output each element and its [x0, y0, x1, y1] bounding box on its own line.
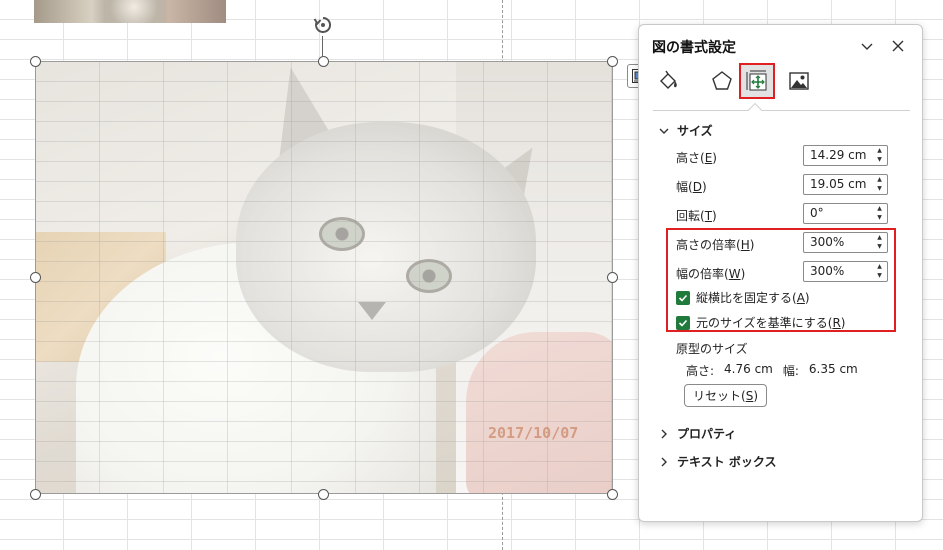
format-picture-pane: 図の書式設定 サイズ 高さ(E) 14.29 cm ▲ ▼ 幅(D) 19.05… — [638, 24, 923, 522]
width-input[interactable]: 19.05 cm ▲ ▼ — [803, 174, 888, 195]
active-tab-pointer — [747, 102, 763, 118]
width-label: 幅(D) — [676, 180, 707, 194]
resize-handle-left[interactable] — [30, 272, 41, 283]
height-spinner-icon[interactable]: ▲ ▼ — [875, 147, 884, 164]
size-properties-tab-icon[interactable] — [739, 63, 775, 99]
scale-width-input[interactable]: 300% ▲ ▼ — [803, 261, 888, 282]
properties-section-title: プロパティ — [677, 427, 737, 441]
tab-divider — [653, 110, 910, 111]
original-height-value: 4.76 cm — [724, 362, 773, 376]
relative-original-label: 元のサイズを基準にする(R) — [696, 316, 846, 330]
chevron-down-icon — [659, 128, 669, 134]
chevron-right-icon — [661, 429, 667, 438]
scale-width-spinner-icon[interactable]: ▲ ▼ — [875, 263, 884, 280]
selected-picture[interactable]: 2017/10/07 — [35, 61, 613, 494]
rotation-label: 回転(T) — [676, 209, 717, 223]
picture-tab-icon[interactable] — [783, 65, 815, 97]
resize-handle-bottom[interactable] — [318, 489, 329, 500]
pane-title: 図の書式設定 — [652, 40, 736, 56]
original-size-title: 原型のサイズ — [676, 342, 748, 356]
chevron-down-icon[interactable] — [858, 37, 876, 55]
size-section-header[interactable]: サイズ — [659, 122, 713, 139]
original-size-values: 高さ: 4.76 cm 幅: 6.35 cm — [686, 362, 858, 378]
rotate-connector — [322, 36, 323, 56]
height-input[interactable]: 14.29 cm ▲ ▼ — [803, 145, 888, 166]
resize-handle-bottom-right[interactable] — [607, 489, 618, 500]
lock-aspect-checkbox[interactable]: 縦横比を固定する(A) — [676, 289, 810, 306]
date-stamp: 2017/10/07 — [488, 424, 579, 442]
scale-height-label: 高さの倍率(H) — [676, 238, 755, 252]
original-width-value: 6.35 cm — [808, 362, 858, 376]
textbox-section-header[interactable]: テキスト ボックス — [659, 453, 776, 470]
height-label: 高さ(E) — [676, 151, 717, 165]
scale-height-input[interactable]: 300% ▲ ▼ — [803, 232, 888, 253]
checkmark-icon[interactable] — [676, 315, 690, 330]
relative-original-checkbox[interactable]: 元のサイズを基準にする(R) — [676, 314, 845, 331]
resize-handle-right[interactable] — [607, 272, 618, 283]
size-section-title: サイズ — [677, 124, 713, 138]
properties-section-header[interactable]: プロパティ — [659, 425, 736, 442]
reset-button[interactable]: リセット(S) — [684, 384, 768, 407]
scale-height-spinner-icon[interactable]: ▲ ▼ — [875, 234, 884, 251]
effects-tab-icon[interactable] — [706, 65, 738, 97]
close-icon[interactable] — [889, 37, 907, 55]
kitten-photo: 2017/10/07 — [36, 62, 612, 493]
rotate-icon[interactable] — [312, 14, 334, 36]
rotation-spinner-icon[interactable]: ▲ ▼ — [875, 205, 884, 222]
width-spinner-icon[interactable]: ▲ ▼ — [875, 176, 884, 193]
textbox-section-title: テキスト ボックス — [677, 455, 777, 469]
resize-handle-top[interactable] — [318, 56, 329, 67]
lock-aspect-label: 縦横比を固定する(A) — [696, 291, 810, 305]
scale-width-label: 幅の倍率(W) — [676, 267, 746, 281]
thumbnail-image[interactable] — [34, 0, 226, 23]
resize-handle-bottom-left[interactable] — [30, 489, 41, 500]
resize-handle-top-right[interactable] — [607, 56, 618, 67]
chevron-right-icon — [661, 457, 667, 466]
fill-line-tab-icon[interactable] — [653, 65, 685, 97]
checkmark-icon[interactable] — [676, 290, 690, 305]
resize-handle-top-left[interactable] — [30, 56, 41, 67]
rotation-input[interactable]: 0° ▲ ▼ — [803, 203, 888, 224]
